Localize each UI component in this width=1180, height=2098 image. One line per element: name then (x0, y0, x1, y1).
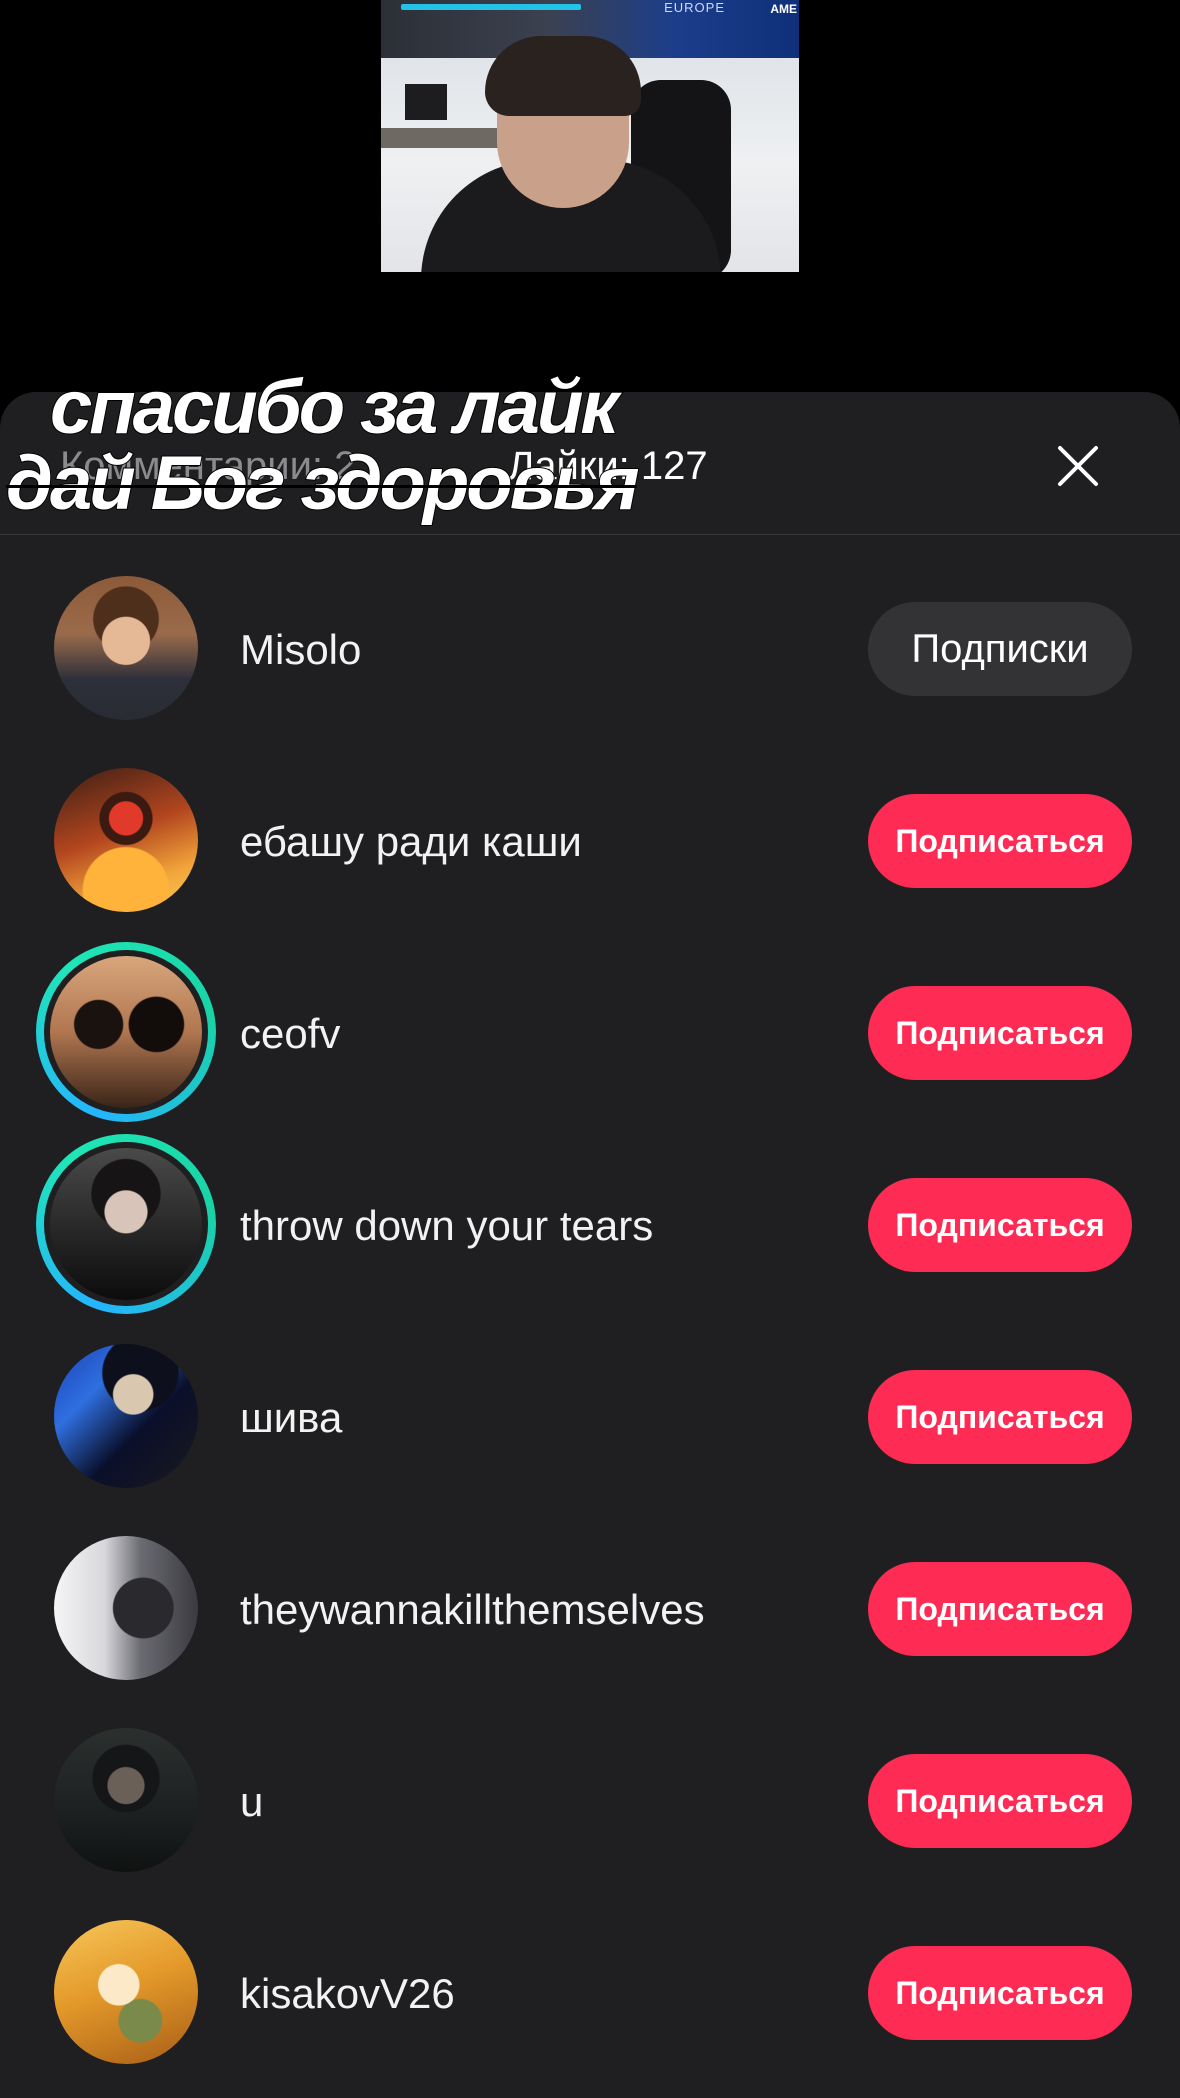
overlay-caption: спасибо за лайк дай Бог здоровья (5, 365, 641, 526)
avatar-image-kisakov (54, 1920, 198, 2064)
follow-button[interactable]: Подписаться (868, 1562, 1132, 1656)
close-icon[interactable] (1056, 444, 1100, 488)
list-item[interactable]: kisakovV26 Подписаться (0, 1880, 1180, 2072)
list-item[interactable]: ебашу ради каши Подписаться (0, 728, 1180, 920)
avatar[interactable] (54, 576, 198, 720)
list-item[interactable]: u Подписаться (0, 1688, 1180, 1880)
video-monitor (405, 84, 447, 120)
username[interactable]: Misolo (240, 626, 361, 674)
follow-button[interactable]: Подписаться (868, 1370, 1132, 1464)
follow-button[interactable]: Подписаться (868, 1178, 1132, 1272)
avatar[interactable] (54, 1536, 198, 1680)
video-person-hair (485, 36, 641, 116)
avatar[interactable] (54, 768, 198, 912)
username[interactable]: theywannakillthemselves (240, 1586, 705, 1634)
avatar-image-tears (44, 1142, 208, 1306)
username[interactable]: шива (240, 1394, 342, 1442)
avatar-image-kashi (54, 768, 198, 912)
username[interactable]: ceofv (240, 1010, 340, 1058)
caption-line-1: спасибо за лайк (49, 365, 620, 450)
close-icon-glyph (1058, 446, 1098, 486)
username[interactable]: throw down your tears (240, 1202, 653, 1250)
avatar-story-ring[interactable] (36, 1134, 216, 1314)
follow-button[interactable]: Подписаться (868, 986, 1132, 1080)
follow-button[interactable]: Подписаться (868, 1754, 1132, 1848)
list-item[interactable]: theywannakillthemselves Подписаться (0, 1496, 1180, 1688)
avatar[interactable] (54, 1728, 198, 1872)
video-banner-stripe (401, 4, 581, 10)
list-item[interactable]: шива Подписаться (0, 1304, 1180, 1496)
avatar-image-shiva (54, 1344, 198, 1488)
list-item[interactable]: ceofv Подписаться (0, 920, 1180, 1122)
video-banner-text-right: AME (770, 2, 797, 16)
list-item[interactable]: throw down your tears Подписаться (0, 1112, 1180, 1314)
caption-line-2: дай Бог здоровья (5, 441, 641, 526)
likers-list: Misolo Подписки ебашу ради каши Подписат… (0, 536, 1180, 2072)
avatar[interactable] (54, 1920, 198, 2064)
likes-sheet: Комментарии: 2 Лайки: 127 Misolo Подписк… (0, 392, 1180, 2098)
avatar[interactable] (54, 1344, 198, 1488)
follow-button[interactable]: Подписаться (868, 1946, 1132, 2040)
username[interactable]: ебашу ради каши (240, 818, 582, 866)
list-item[interactable]: Misolo Подписки (0, 536, 1180, 728)
username[interactable]: kisakovV26 (240, 1970, 455, 2018)
video-banner-text-left: EUROPE (664, 0, 725, 15)
video-preview[interactable]: EUROPE AME (381, 0, 799, 272)
username[interactable]: u (240, 1778, 263, 1826)
avatar-image-misolo (54, 576, 198, 720)
following-button[interactable]: Подписки (868, 602, 1132, 696)
screen: EUROPE AME спасибо за лайк дай Бог здоро… (0, 0, 1180, 2098)
avatar-image-u (54, 1728, 198, 1872)
avatar-story-ring[interactable] (36, 942, 216, 1122)
avatar-image-ceofv (44, 950, 208, 1114)
avatar-image-theywanna (54, 1536, 198, 1680)
follow-button[interactable]: Подписаться (868, 794, 1132, 888)
